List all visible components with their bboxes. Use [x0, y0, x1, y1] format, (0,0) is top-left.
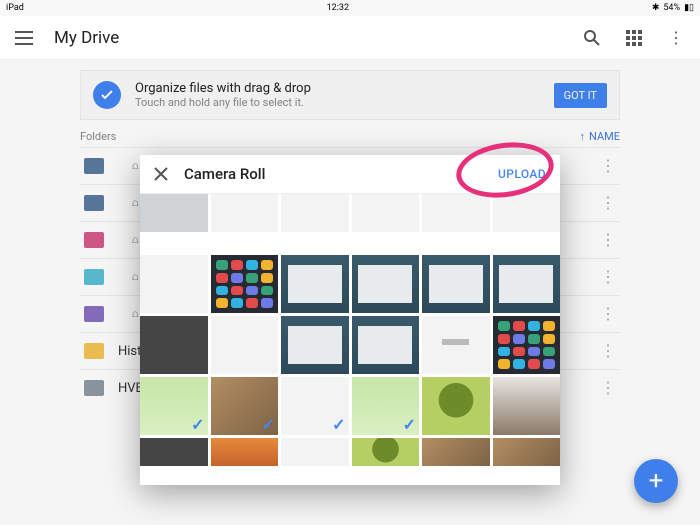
photo-thumb[interactable]: [140, 255, 208, 313]
photo-thumb[interactable]: [422, 377, 490, 435]
photo-thumb-selected[interactable]: ✓: [140, 377, 208, 435]
close-icon[interactable]: [154, 167, 168, 181]
photo-thumb[interactable]: [493, 255, 561, 313]
photo-thumb[interactable]: [281, 255, 349, 313]
menu-icon[interactable]: [12, 26, 36, 50]
battery-icon: ▮▯: [684, 3, 694, 13]
upload-button[interactable]: UPLOAD: [498, 167, 546, 181]
check-icon: ✓: [191, 415, 204, 434]
photo-thumb[interactable]: [493, 316, 561, 374]
photo-thumb[interactable]: [493, 377, 561, 435]
photo-thumb-selected[interactable]: ✓: [281, 377, 349, 435]
view-grid-icon[interactable]: [622, 26, 646, 50]
photo-thumb[interactable]: [422, 438, 490, 466]
clock: 12:32: [327, 3, 349, 13]
photo-thumb-selected[interactable]: ✓: [211, 377, 279, 435]
check-icon: ✓: [332, 415, 345, 434]
photo-thumb[interactable]: [281, 438, 349, 466]
photo-thumb[interactable]: [352, 438, 420, 466]
photo-thumb[interactable]: [211, 316, 279, 374]
photo-thumb[interactable]: [352, 194, 420, 232]
sheet-title: Camera Roll: [184, 165, 482, 183]
content: Organize files with drag & drop Touch an…: [0, 60, 700, 525]
photo-thumb[interactable]: [140, 316, 208, 374]
photo-picker-sheet: Camera Roll UPLOAD ✓ ✓ ✓ ✓: [140, 155, 560, 485]
photo-thumb-selected[interactable]: ✓: [352, 377, 420, 435]
photo-thumb[interactable]: [493, 194, 561, 232]
photo-thumb[interactable]: [422, 316, 490, 374]
check-icon: ✓: [403, 415, 416, 434]
photo-thumb[interactable]: [211, 194, 279, 232]
photo-thumb[interactable]: [281, 194, 349, 232]
photo-thumb[interactable]: [140, 194, 208, 232]
overflow-icon[interactable]: ⋮: [664, 26, 688, 50]
search-icon[interactable]: [580, 26, 604, 50]
photo-thumb[interactable]: [352, 255, 420, 313]
photo-thumb[interactable]: [352, 316, 420, 374]
page-title: My Drive: [54, 28, 562, 48]
photo-grid: ✓ ✓ ✓ ✓: [140, 194, 560, 485]
photo-thumb[interactable]: [211, 255, 279, 313]
photo-thumb[interactable]: [211, 438, 279, 466]
battery-label: 54%: [663, 3, 680, 13]
device-label: iPad: [6, 3, 24, 13]
status-bar: iPad 12:32 ✱ 54% ▮▯: [0, 0, 700, 16]
check-icon: ✓: [262, 415, 275, 434]
photo-thumb[interactable]: [422, 194, 490, 232]
photo-thumb[interactable]: [422, 255, 490, 313]
sheet-header: Camera Roll UPLOAD: [140, 155, 560, 194]
app-bar: My Drive ⋮: [0, 16, 700, 60]
photo-thumb[interactable]: [493, 438, 561, 466]
photo-thumb[interactable]: [140, 438, 208, 466]
photo-thumb[interactable]: [281, 316, 349, 374]
bluetooth-icon: ✱: [652, 3, 660, 13]
